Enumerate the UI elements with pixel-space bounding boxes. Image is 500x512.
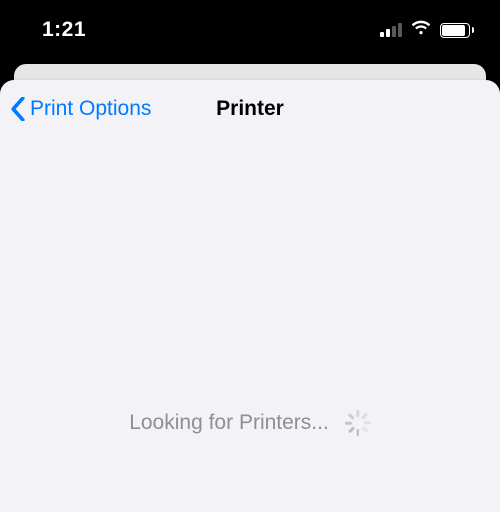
device-frame: 1:21 Print [0, 0, 500, 512]
spinner-icon [345, 410, 371, 436]
battery-icon [440, 23, 475, 38]
searching-row: Looking for Printers... [0, 410, 500, 436]
page-title: Printer [216, 97, 284, 121]
status-icons [380, 20, 475, 41]
status-bar: 1:21 [0, 0, 500, 56]
cellular-icon [380, 23, 402, 37]
wifi-icon [410, 20, 432, 41]
modal-sheet: Print Options Printer Looking for Printe… [0, 80, 500, 512]
nav-bar: Print Options Printer [0, 80, 500, 138]
status-time: 1:21 [42, 18, 86, 42]
chevron-left-icon [10, 97, 26, 121]
back-button[interactable]: Print Options [10, 97, 151, 121]
content-area: Looking for Printers... [0, 138, 500, 512]
searching-label: Looking for Printers... [129, 411, 329, 435]
back-label: Print Options [30, 97, 151, 121]
